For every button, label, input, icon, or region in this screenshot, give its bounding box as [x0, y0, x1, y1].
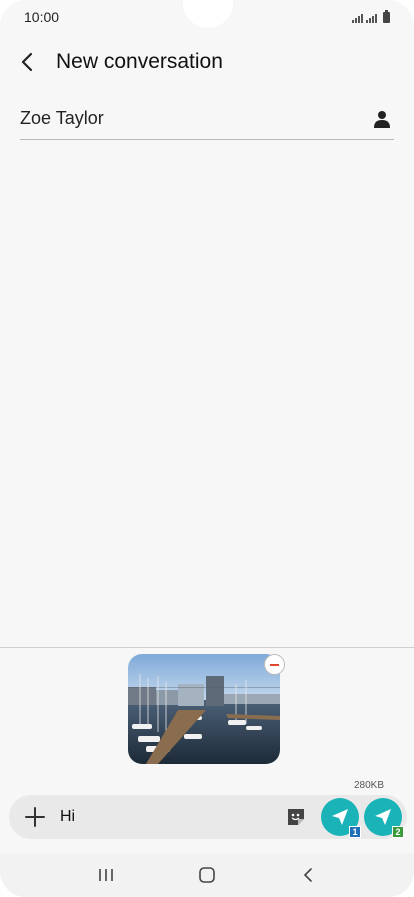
phone-screen: 10:00 New conversation Zoe Taylor 280KB …	[0, 0, 414, 897]
recipient-name[interactable]: Zoe Taylor	[20, 108, 104, 129]
plus-icon[interactable]	[25, 807, 45, 827]
send-icon	[332, 809, 348, 825]
app-bar: New conversation	[0, 40, 414, 84]
sticker-icon[interactable]	[285, 806, 307, 828]
signal-icon	[366, 13, 377, 23]
person-icon	[374, 110, 390, 128]
remove-attachment-button[interactable]	[264, 654, 285, 675]
send-button-sim1[interactable]: 1	[321, 798, 361, 838]
chevron-left-icon	[304, 868, 313, 882]
back-button[interactable]	[16, 51, 38, 73]
sim-badge: 2	[392, 826, 404, 838]
message-input[interactable]: Hi	[60, 808, 75, 826]
home-button[interactable]	[187, 860, 227, 890]
signal-icon	[352, 13, 363, 23]
status-time: 10:00	[24, 9, 60, 25]
home-icon	[199, 867, 215, 883]
harbor-photo	[128, 654, 280, 764]
send-icon	[375, 809, 391, 825]
send-button-sim2[interactable]: 2	[364, 798, 404, 838]
chevron-left-icon	[21, 52, 33, 72]
contacts-button[interactable]	[370, 107, 394, 131]
recents-button[interactable]	[86, 860, 126, 890]
status-icons	[352, 9, 390, 23]
page-title: New conversation	[56, 50, 223, 73]
minus-icon	[270, 663, 279, 666]
nav-back-button[interactable]	[288, 860, 328, 890]
attachment-size: 280KB	[353, 780, 384, 791]
sim-badge: 1	[349, 826, 361, 838]
battery-icon	[383, 9, 390, 23]
system-nav-bar	[0, 853, 414, 897]
image-attachment[interactable]	[128, 654, 280, 764]
recipient-field[interactable]: Zoe Taylor	[20, 98, 394, 140]
recents-icon	[98, 869, 113, 881]
